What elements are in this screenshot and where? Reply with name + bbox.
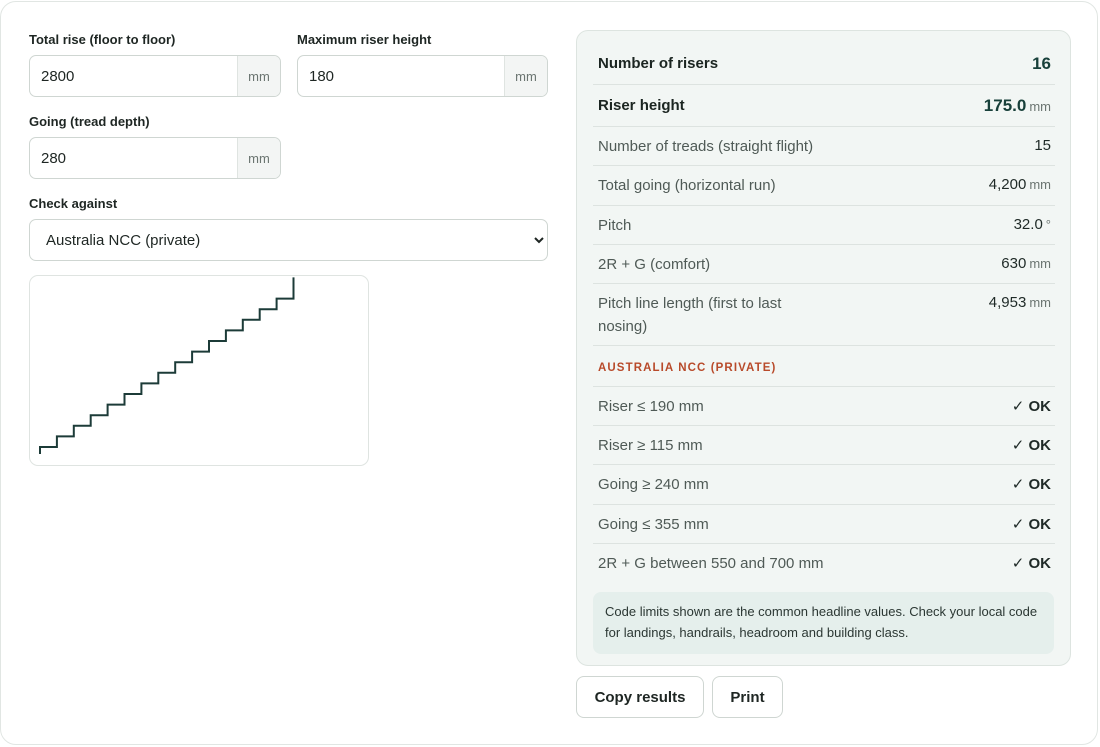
result-row-pitch-line: Pitch line length (first to last nosing)… [593,284,1055,346]
result-label: Total going (horizontal run) [598,177,776,194]
check-label: Going ≥ 240 mm [598,476,709,493]
result-row-pitch: Pitch 32.0 ° [593,206,1055,245]
result-number: 175.0 [983,96,1027,115]
max-riser-field: mm [297,55,548,97]
result-value: 32.0 ° [1014,216,1051,233]
result-unit: ° [1045,217,1051,232]
result-number: 32.0 [1013,216,1043,233]
check-row: 2R + G between 550 and 700 mm ✓ OK [593,544,1055,583]
code-note: Code limits shown are the common headlin… [593,592,1054,654]
going-unit: mm [237,138,280,178]
result-label: Riser height [598,97,685,114]
copy-results-button[interactable]: Copy results [576,676,704,718]
result-row-risers: Number of risers 16 [593,43,1055,85]
result-number: 4,200 [988,176,1027,193]
result-unit: mm [1029,256,1051,271]
code-section-title: AUSTRALIA NCC (PRIVATE) [598,362,777,374]
check-row: Riser ≤ 190 mm ✓ OK [593,387,1055,426]
check-row: Going ≤ 355 mm ✓ OK [593,505,1055,544]
max-riser-label: Maximum riser height [297,32,432,47]
check-row: Riser ≥ 115 mm ✓ OK [593,426,1055,465]
check-status: ✓ OK [1011,476,1051,493]
max-riser-input[interactable] [298,56,504,96]
code-title-row: AUSTRALIA NCC (PRIVATE) [593,346,1055,387]
result-value: 630 mm [1001,255,1051,272]
result-value: 4,200 mm [989,176,1051,193]
check-row: Going ≥ 240 mm ✓ OK [593,465,1055,505]
results-panel: Number of risers 16 Riser height 175.0 mm… [576,30,1071,666]
result-label: Number of risers [598,55,719,72]
result-value: 15 [1034,137,1051,154]
check-label: Going ≤ 355 mm [598,516,709,533]
result-row-total-going: Total going (horizontal run) 4,200 mm [593,166,1055,206]
result-row-comfort: 2R + G (comfort) 630 mm [593,245,1055,284]
total-rise-field: mm [29,55,281,97]
result-unit: mm [1029,99,1051,114]
max-riser-unit: mm [504,56,547,96]
result-number: 4,953 [988,294,1027,311]
going-field: mm [29,137,281,179]
check-against-wrapper: Australia NCC (private) [29,219,548,261]
total-rise-label: Total rise (floor to floor) [29,32,176,47]
total-rise-unit: mm [237,56,280,96]
result-number: 15 [1034,137,1051,154]
result-label: 2R + G (comfort) [598,256,711,273]
result-value: 175.0 mm [984,96,1051,116]
going-label: Going (tread depth) [29,114,150,129]
stair-diagram [29,275,369,466]
result-unit: mm [1029,177,1051,192]
result-value: 4,953 mm [989,294,1051,311]
print-button[interactable]: Print [712,676,783,718]
going-input[interactable] [30,138,237,178]
result-label: Number of treads (straight flight) [598,138,814,155]
result-row-treads: Number of treads (straight flight) 15 [593,127,1055,166]
result-row-riser-height: Riser height 175.0 mm [593,85,1055,127]
check-label: Riser ≥ 115 mm [598,437,703,454]
result-number: 630 [1001,255,1027,272]
result-number: 16 [1032,54,1051,73]
check-label: 2R + G between 550 and 700 mm [598,555,824,572]
check-against-select[interactable]: Australia NCC (private) [29,219,548,261]
check-status: ✓ OK [1011,437,1051,454]
result-label: Pitch [598,217,632,234]
check-label: Riser ≤ 190 mm [598,398,704,415]
result-unit: mm [1029,295,1051,310]
total-rise-input[interactable] [30,56,237,96]
stair-profile-svg [39,277,295,454]
result-value: 16 [1032,54,1051,74]
stair-profile-line [39,277,295,454]
result-label: Pitch line length (first to last nosing) [598,295,782,335]
check-status: ✓ OK [1011,555,1051,572]
check-status: ✓ OK [1011,398,1051,415]
check-status: ✓ OK [1011,516,1051,533]
check-against-label: Check against [29,196,118,211]
